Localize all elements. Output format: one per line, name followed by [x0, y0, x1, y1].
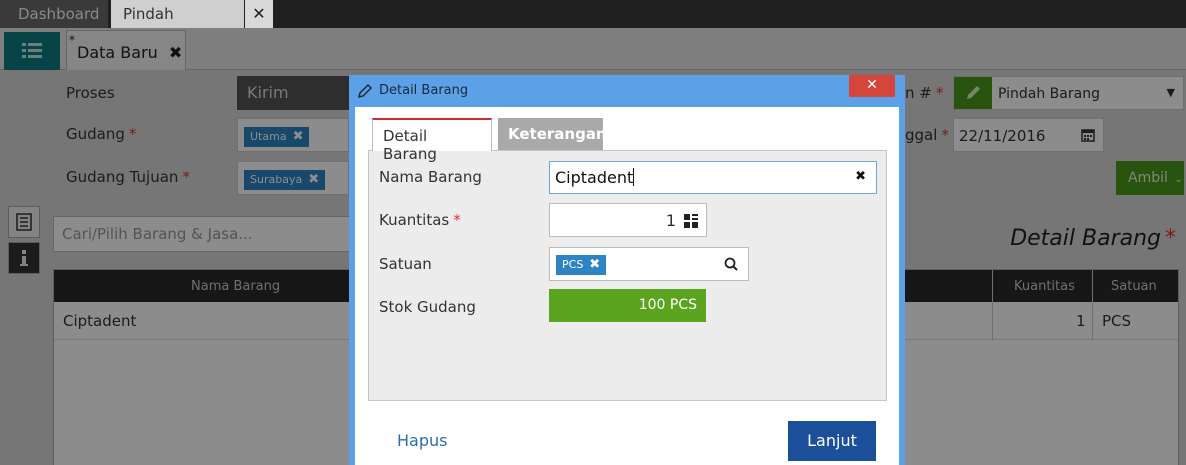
- satuan-chip: PCS ✖: [556, 255, 607, 275]
- nama-barang-label: Nama Barang: [379, 168, 482, 186]
- close-tab-icon[interactable]: ✕: [245, 0, 273, 28]
- detail-barang-modal: Detail Barang ✕ Detail Barang Keterangan…: [349, 75, 905, 465]
- stok-gudang-label: Stok Gudang: [379, 298, 476, 316]
- chip-remove-icon[interactable]: ✖: [589, 257, 600, 272]
- kuantitas-value: 1: [665, 211, 676, 230]
- tab-pindah-barang[interactable]: Pindah Barang: [111, 0, 244, 51]
- satuan-input[interactable]: PCS ✖: [549, 247, 749, 281]
- calculator-icon[interactable]: [684, 214, 698, 232]
- lanjut-button[interactable]: Lanjut: [788, 421, 876, 461]
- satuan-label: Satuan: [379, 255, 432, 273]
- nama-barang-input[interactable]: Ciptadent ✖: [549, 161, 877, 194]
- pencil-icon: [357, 83, 373, 103]
- tab-dashboard[interactable]: Dashboard: [0, 0, 108, 28]
- kuantitas-input[interactable]: 1: [549, 203, 707, 237]
- tab-keterangan[interactable]: Keterangan: [498, 118, 607, 151]
- top-tab-bar: Dashboard Pindah Barang ✕: [0, 0, 1186, 51]
- clear-icon[interactable]: ✖: [855, 169, 866, 184]
- stok-gudang-value: 100 PCS: [549, 289, 706, 322]
- modal-header: Detail Barang ✕: [349, 75, 905, 107]
- tab-detail-barang[interactable]: Detail Barang: [372, 118, 492, 163]
- modal-close-button[interactable]: ✕: [849, 75, 895, 97]
- search-icon[interactable]: [724, 257, 738, 275]
- kuantitas-label: Kuantitas *: [379, 211, 461, 229]
- hapus-button[interactable]: Hapus: [397, 431, 447, 450]
- modal-title: Detail Barang: [379, 83, 469, 98]
- detail-panel: Nama Barang Ciptadent ✖ Kuantitas * 1 Sat…: [368, 150, 887, 401]
